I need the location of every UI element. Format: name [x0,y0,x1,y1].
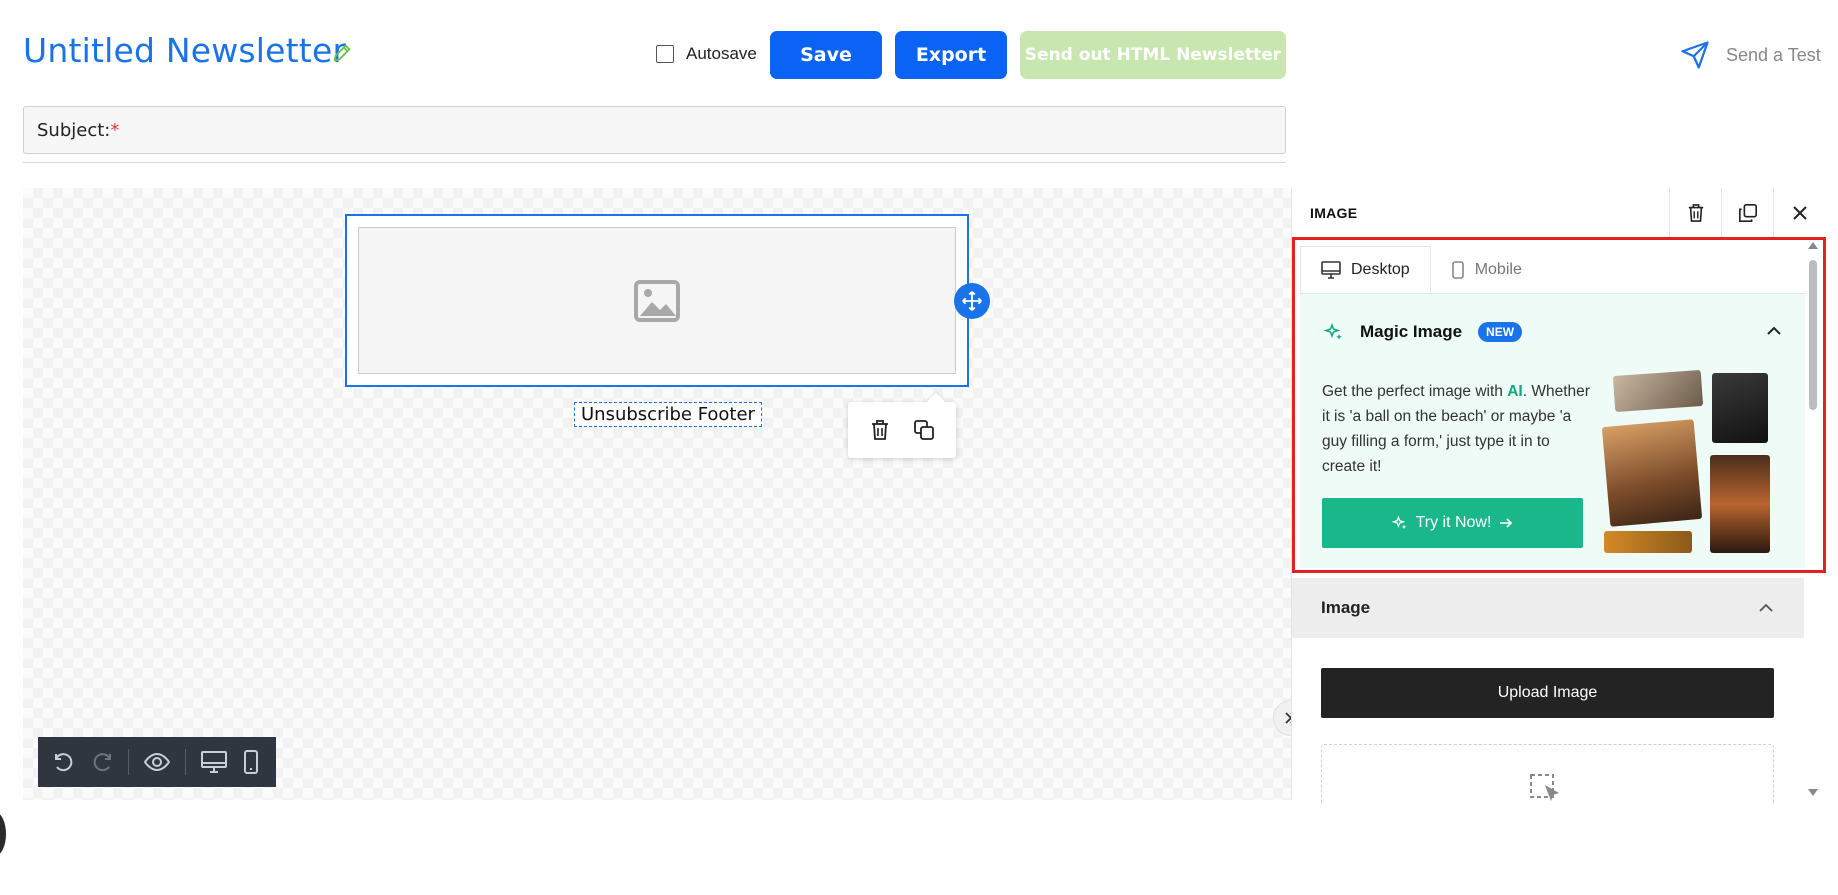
panel-duplicate-button[interactable] [1721,187,1773,238]
autosave-toggle[interactable]: Autosave [656,44,757,64]
trash-icon[interactable] [870,419,890,441]
duplicate-icon[interactable] [913,419,935,441]
block-toolbar [848,402,956,458]
send-newsletter-button[interactable]: Send out HTML Newsletter [1020,31,1286,79]
newsletter-title[interactable]: Untitled Newsletter [23,31,346,70]
divider [23,162,1286,163]
toolbar-divider [185,749,186,775]
drop-image-icon [1529,773,1565,805]
toolbar-divider [128,749,129,775]
trash-icon [1687,203,1705,223]
image-placeholder[interactable] [358,227,956,374]
autosave-label: Autosave [686,44,757,63]
canvas-toolbar [38,737,276,787]
image-dropzone[interactable] [1321,744,1774,804]
panel-delete-button[interactable] [1669,187,1721,238]
close-icon [1792,205,1808,221]
redo-icon[interactable] [90,750,114,774]
panel-scrollbar[interactable] [1806,238,1820,800]
export-button[interactable]: Export [895,31,1007,79]
chevron-up-icon [1758,603,1774,613]
required-mark: * [110,119,120,141]
send-icon [1680,40,1710,70]
subject-field[interactable]: Subject: * [23,106,1286,154]
move-handle-icon[interactable] [954,283,990,319]
selection-highlight [1292,237,1826,573]
copy-icon [1738,203,1758,223]
desktop-view-icon[interactable] [200,750,228,774]
help-widget[interactable] [0,812,6,856]
send-test-button[interactable]: Send a Test [1680,40,1821,70]
image-section-header[interactable]: Image [1292,578,1804,638]
send-test-label: Send a Test [1726,44,1821,65]
panel-header: IMAGE [1292,187,1825,238]
unsubscribe-footer[interactable]: Unsubscribe Footer [574,402,762,427]
preview-eye-icon[interactable] [143,750,171,774]
undo-icon[interactable] [52,750,76,774]
image-section-title: Image [1321,598,1371,617]
panel-close-button[interactable] [1773,187,1825,238]
upload-image-button[interactable]: Upload Image [1321,668,1774,718]
image-block[interactable] [345,214,969,387]
pencil-icon[interactable] [331,42,353,64]
subject-label: Subject: [37,119,111,141]
panel-title: IMAGE [1310,204,1358,221]
save-button[interactable]: Save [770,31,882,79]
mobile-view-icon[interactable] [242,750,260,774]
autosave-checkbox[interactable] [656,45,674,63]
image-placeholder-icon [634,279,680,322]
